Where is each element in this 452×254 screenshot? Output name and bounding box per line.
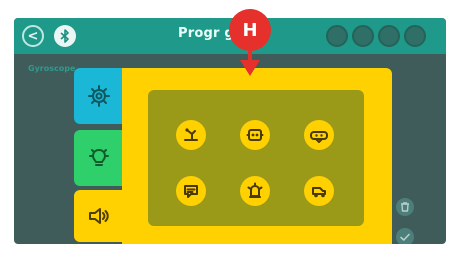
trash-icon [401,202,409,212]
robot-face-icon [246,129,264,141]
speaker-icon [89,208,109,224]
tab-sound[interactable] [74,190,124,242]
bluetooth-button[interactable] [54,25,76,47]
action-speech[interactable] [176,176,206,206]
alarm-light-icon [247,182,263,198]
badge-label: H [242,19,258,41]
check-icon [400,233,410,241]
vehicle-icon [312,187,326,198]
bluetooth-icon [60,29,69,43]
page-title: Progr g [178,26,234,41]
tab-light[interactable] [74,130,124,186]
tab-settings[interactable] [74,68,124,124]
subheader-label: Gyroscope [28,64,76,73]
action-vr-headset[interactable] [304,120,334,150]
status-dot-3[interactable] [378,25,400,47]
pointer-arrow [240,60,260,76]
action-robot-arm[interactable] [176,120,206,150]
action-panel [122,68,392,244]
status-dot-1[interactable] [326,25,348,47]
status-dot-2[interactable] [352,25,374,47]
action-grid [148,90,364,226]
status-dot-4[interactable] [404,25,426,47]
robot-arm-icon [184,128,198,141]
lightbulb-icon [89,148,109,166]
action-vehicle[interactable] [304,176,334,206]
app-frame: < Progr g Gyroscope [14,18,446,244]
action-robot-face[interactable] [240,120,270,150]
trash-button[interactable] [396,198,414,216]
chevron-left-icon: < [27,28,39,44]
back-button[interactable]: < [22,25,44,47]
confirm-button[interactable] [396,228,414,244]
speech-bubble-icon [184,185,198,198]
action-alarm[interactable] [240,176,270,206]
gear-icon [88,85,110,107]
vr-headset-icon [310,131,328,143]
screen: < Progr g Gyroscope H [0,0,452,254]
